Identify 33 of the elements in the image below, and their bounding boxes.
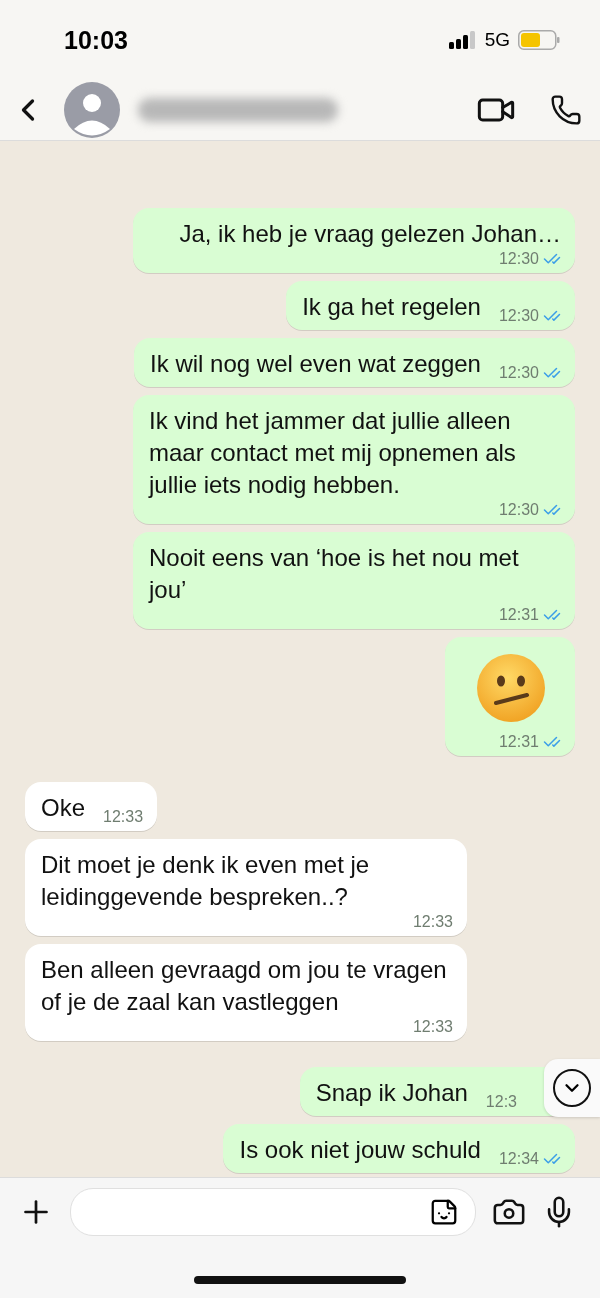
message-text: Ik ga het regelen [302,292,481,322]
battery-icon [518,30,560,50]
message-text: Oke [41,793,85,823]
message-text: Snap ik Johan [315,1078,468,1108]
message-time: 12:30 [498,307,539,325]
message-time: 12:33 [412,913,453,931]
message-time: 12:3 [485,1093,517,1111]
message-time: 12:31 [498,606,539,624]
signal-icon [448,31,477,49]
message-text: Is ook niet jouw schuld [239,1135,481,1165]
voice-call-button[interactable] [550,94,582,126]
message-text: Ik vind het jammer dat jullie alleen maar contact met mij opnemen als jullie iets nodig hebben. [149,406,517,500]
message-time: 12:30 [498,364,539,382]
avatar-icon[interactable] [64,82,120,138]
message-text: Ik wil nog wel even wat zeggen [150,349,481,379]
message-input-field[interactable] [70,1188,476,1236]
message-text: Nooit eens van ‘hoe is het nou met jou’ [149,543,520,605]
clock-time: 10:03 [64,25,128,55]
message-time: 12:31 [498,733,539,751]
chevron-down-icon [553,1069,591,1107]
message-time: 12:30 [498,501,539,519]
network-label: 5G [484,29,510,51]
message-time: 12:33 [103,808,144,826]
scroll-down-button[interactable] [544,1059,600,1117]
message-time: 12:33 [412,1018,453,1036]
message-time: 12:34 [498,1150,539,1168]
message-text: Ja, ik heb je vraag gelezen Johan… [179,219,561,249]
message-text: Dit moet je denk ik even met je leidinggevende bespreken..? [41,850,371,912]
message-text: Ben alleen gevraagd om jou te vragen of je de zaal kan vastleggen [41,955,448,1017]
phone-icon [550,94,582,126]
sticker-icon[interactable] [429,1197,459,1227]
message-time: 12:30 [498,250,539,268]
neutral-face-icon [476,653,546,723]
